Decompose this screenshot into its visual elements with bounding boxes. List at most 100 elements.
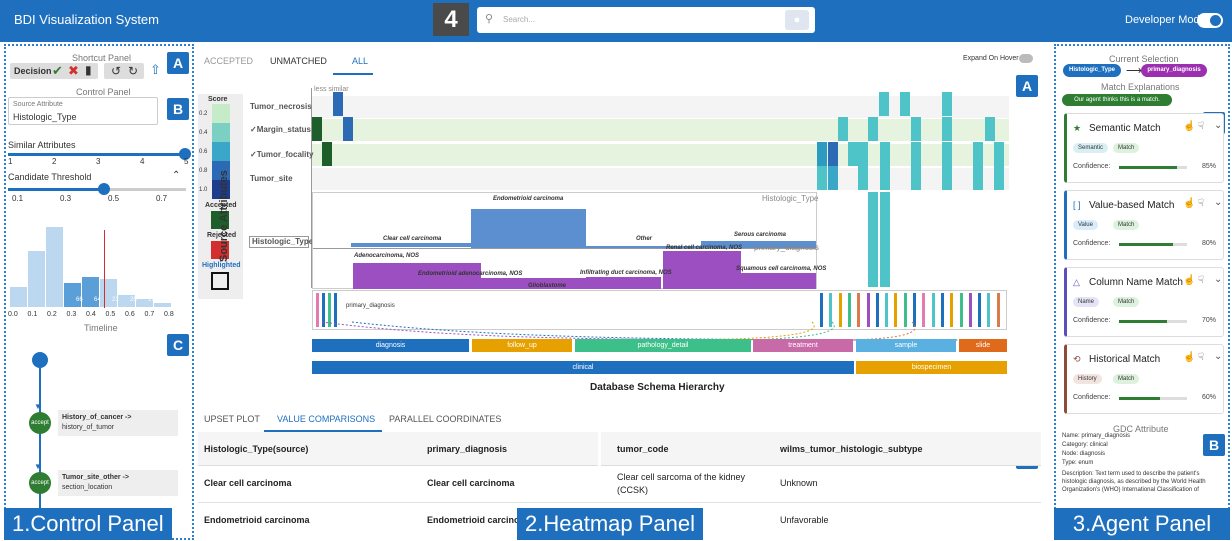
col-header-source[interactable]: Histologic_Type(source) — [204, 444, 308, 454]
source-attribute-select[interactable]: Source Attribute Histologic_Type — [8, 97, 158, 125]
accept-icon[interactable]: ✔ — [52, 63, 63, 79]
tab-unmatched[interactable]: UNMATCHED — [270, 56, 327, 66]
heatmap-cell[interactable] — [312, 117, 322, 141]
hierarchy-chip[interactable]: follow_up — [472, 339, 572, 352]
thumbs-down-icon[interactable]: ☟ — [1198, 352, 1204, 363]
thumbs-down-icon[interactable]: ☟ — [1198, 275, 1204, 286]
source-row-label[interactable]: ✓Tumor_focality — [250, 150, 313, 159]
similar-slider-track[interactable] — [8, 153, 186, 156]
target-chip[interactable]: primary_diagnosis — [1141, 64, 1207, 77]
histologic-row-label[interactable]: Histologic_Type — [249, 236, 313, 248]
heatmap-cell[interactable] — [322, 142, 332, 166]
heatmap-cell[interactable] — [858, 142, 868, 166]
chevron-down-icon[interactable]: ⌄ — [1214, 120, 1222, 131]
heatmap-cell[interactable] — [911, 117, 921, 141]
thumbs-down-icon[interactable]: ☟ — [1198, 121, 1204, 132]
thumbs-up-icon[interactable]: ☝ — [1183, 121, 1195, 132]
heatmap-cell[interactable] — [868, 192, 878, 287]
heatmap-cell[interactable] — [880, 166, 890, 190]
heatmap-cell[interactable] — [994, 166, 1004, 190]
developer-mode-toggle[interactable] — [1197, 13, 1223, 28]
explanation-card[interactable]: ★ Semantic Match ☝ ☟ ⌄ Semantic Match Confidenc… — [1064, 113, 1224, 183]
legend-tick: 0.8 — [199, 168, 208, 174]
threshold-slider-track[interactable] — [8, 188, 186, 191]
heatmap-cell[interactable] — [942, 117, 952, 141]
chevron-down-icon[interactable]: ⌄ — [1214, 274, 1222, 285]
y-axis-title: Source Attributes — [218, 170, 230, 262]
hierarchy-chip[interactable]: diagnosis — [312, 339, 469, 352]
heatmap-cell[interactable] — [911, 166, 921, 190]
col-header-wilms[interactable]: wilms_tumor_histologic_subtype — [780, 444, 923, 454]
card-tag: Match — [1113, 143, 1140, 153]
delete-icon[interactable]: ▮ — [85, 63, 92, 77]
heatmap-cell[interactable] — [942, 166, 952, 190]
thumbs-up-icon[interactable]: ☝ — [1183, 198, 1195, 209]
heatmap-cell[interactable] — [911, 142, 921, 166]
hierarchy-chip[interactable]: biospecimen — [856, 361, 1007, 374]
chevron-down-icon[interactable]: ⌄ — [1214, 351, 1222, 362]
heatmap-cell[interactable] — [817, 166, 827, 190]
heatmap-cell[interactable] — [858, 166, 868, 190]
heatmap-cell[interactable] — [848, 142, 858, 166]
redo-icon[interactable]: ↻ — [128, 64, 138, 78]
thumbs-up-icon[interactable]: ☝ — [1183, 275, 1195, 286]
heatmap-cell[interactable] — [343, 117, 353, 141]
heatmap-cell[interactable] — [900, 92, 910, 116]
control-title: Control Panel — [76, 87, 131, 97]
arrow-right-icon: ⟶ — [1126, 65, 1142, 77]
heatmap-cell[interactable] — [985, 117, 995, 141]
heatmap-cell[interactable] — [973, 142, 983, 166]
explanation-card[interactable]: ⟲ Historical Match ☝ ☟ ⌄ History Match Confiden… — [1064, 344, 1224, 414]
chevron-down-icon[interactable]: ⌄ — [1214, 197, 1222, 208]
heatmap-cell[interactable] — [880, 192, 890, 287]
chevron-up-icon[interactable]: ⌃ — [172, 170, 180, 181]
explanation-card[interactable]: △ Column Name Match ☝ ☟ ⌄ Name Match Confidence… — [1064, 267, 1224, 337]
col-header-primary[interactable]: primary_diagnosis — [427, 444, 507, 454]
heatmap-cell[interactable] — [333, 92, 343, 116]
confidence-fill — [1119, 320, 1167, 323]
heatmap-cell[interactable] — [880, 142, 890, 166]
heatmap-cell[interactable] — [994, 142, 1004, 166]
tab-value-comparisons[interactable]: VALUE COMPARISONS — [277, 414, 375, 424]
heatmap-cell[interactable] — [868, 117, 878, 141]
hierarchy-chip[interactable]: pathology_detail — [575, 339, 751, 352]
explanation-card[interactable]: [ ] Value-based Match ☝ ☟ ⌄ Value Match Confide… — [1064, 190, 1224, 260]
heatmap-cell[interactable] — [838, 117, 848, 141]
confidence-pct: 60% — [1202, 394, 1217, 401]
source-row-label[interactable]: Tumor_necrosis — [250, 102, 312, 111]
similar-tick: 5 — [184, 157, 189, 166]
card-tag: Match — [1113, 374, 1140, 384]
cell-r1-tumor: Clear cell sarcoma of the kidney (CCSK) — [617, 472, 746, 495]
hierarchy-chip[interactable]: treatment — [753, 339, 853, 352]
source-chip[interactable]: Histologic_Type — [1063, 64, 1121, 77]
export-icon[interactable]: ⇧ — [150, 62, 161, 78]
tab-upset[interactable]: UPSET PLOT — [204, 414, 260, 424]
search-input[interactable]: ⚲ Search... ● — [477, 7, 815, 33]
agent-bot-icon[interactable]: ● — [785, 10, 809, 30]
hierarchy-chip[interactable]: clinical — [312, 361, 854, 374]
source-row-label[interactable]: Tumor_site — [250, 174, 293, 183]
heatmap-cell[interactable] — [973, 166, 983, 190]
tab-parallel[interactable]: PARALLEL COORDINATES — [389, 414, 501, 424]
timeline-start-node — [32, 352, 48, 368]
heatmap-cell[interactable] — [817, 142, 827, 166]
reject-icon[interactable]: ✖ — [68, 63, 79, 79]
heatmap-cell[interactable] — [879, 92, 889, 116]
source-row-label[interactable]: ✓Margin_status — [250, 125, 311, 134]
expand-toggle[interactable] — [1019, 54, 1033, 63]
col-header-tumor-code[interactable]: tumor_code — [617, 444, 669, 454]
heatmap-cell[interactable] — [942, 92, 952, 116]
histogram-value: 17 — [148, 297, 155, 303]
hierarchy-chip[interactable]: sample — [856, 339, 956, 352]
tab-all[interactable]: ALL — [352, 56, 368, 66]
heatmap-cell[interactable] — [942, 142, 952, 166]
tab-accepted[interactable]: ACCEPTED — [204, 56, 253, 66]
hierarchy-chip[interactable]: slide — [959, 339, 1007, 352]
heatmap-cell[interactable] — [828, 142, 838, 166]
history-group: ↺ ↻ — [104, 63, 144, 79]
legend-tick: 1.0 — [199, 187, 208, 193]
thumbs-down-icon[interactable]: ☟ — [1198, 198, 1204, 209]
undo-icon[interactable]: ↺ — [111, 64, 121, 78]
thumbs-up-icon[interactable]: ☝ — [1183, 352, 1195, 363]
heatmap-cell[interactable] — [828, 166, 838, 190]
